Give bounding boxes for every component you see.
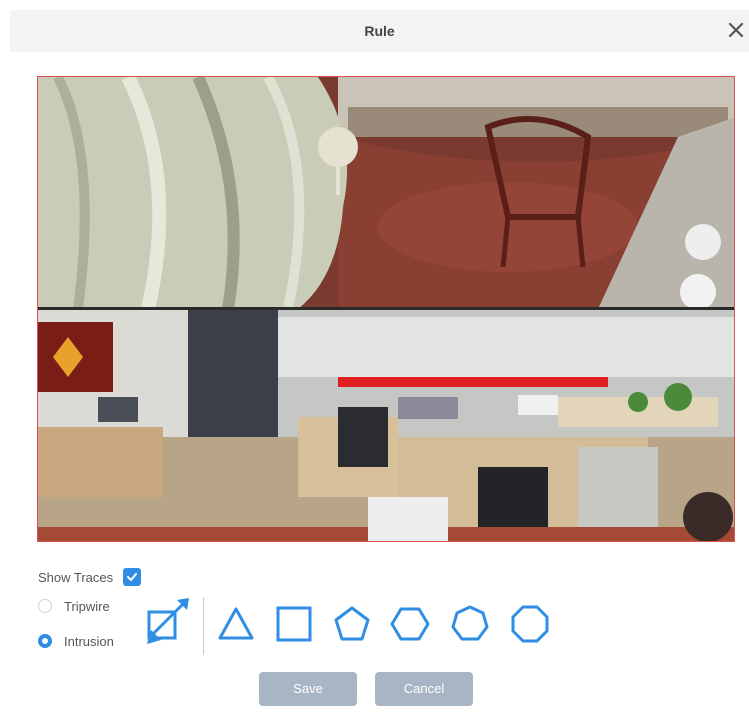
radio-tripwire[interactable]: Tripwire (38, 596, 110, 616)
auto-area-icon (147, 598, 189, 644)
tool-separator (203, 597, 204, 655)
checkmark-icon (127, 573, 138, 581)
show-traces-checkbox[interactable] (123, 568, 142, 586)
triangle-icon (218, 607, 254, 640)
camera-video-feed[interactable] (37, 76, 735, 542)
triangle-tool[interactable] (216, 604, 256, 644)
square-icon (276, 606, 312, 642)
dialog-title: Rule (364, 23, 395, 39)
dialog-header: Rule (10, 10, 749, 52)
octagon-tool[interactable] (510, 604, 550, 644)
radio-intrusion-indicator[interactable] (38, 634, 52, 648)
radio-tripwire-label: Tripwire (64, 598, 110, 614)
hexagon-tool[interactable] (390, 604, 430, 644)
radio-intrusion-label: Intrusion (64, 633, 114, 649)
heptagon-icon (451, 605, 489, 641)
auto-area-tool[interactable] (145, 596, 193, 648)
save-button[interactable]: Save (259, 672, 357, 706)
hexagon-icon (390, 607, 430, 641)
rule-controls: Show Traces Tripwire Intrusion Save Canc… (38, 560, 738, 720)
show-traces-row: Show Traces (38, 566, 142, 588)
heptagon-tool[interactable] (450, 604, 490, 644)
cancel-button[interactable]: Cancel (375, 672, 473, 706)
pentagon-tool[interactable] (332, 604, 372, 644)
show-traces-label: Show Traces (38, 569, 114, 585)
octagon-icon (511, 605, 549, 643)
camera-image (38, 77, 734, 541)
close-button[interactable] (725, 19, 747, 41)
radio-tripwire-indicator[interactable] (38, 599, 52, 613)
close-icon (728, 22, 744, 38)
radio-intrusion[interactable]: Intrusion (38, 631, 114, 651)
pentagon-icon (334, 606, 370, 641)
square-tool[interactable] (274, 604, 314, 644)
